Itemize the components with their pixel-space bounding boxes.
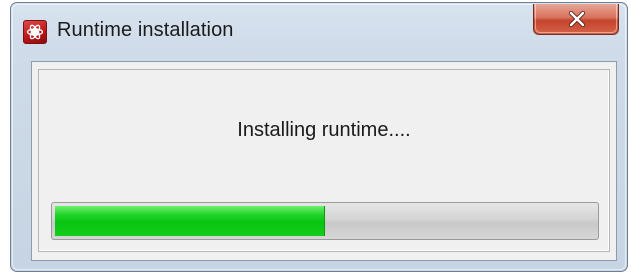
close-icon — [568, 10, 586, 28]
progress-bar — [51, 202, 599, 240]
dialog-client-area: Installing runtime.... — [31, 61, 617, 261]
window-title: Runtime installation — [57, 19, 234, 41]
progress-track — [55, 206, 595, 236]
status-text: Installing runtime.... — [237, 119, 411, 141]
title-bar[interactable]: Runtime installation — [11, 3, 627, 61]
progress-fill — [55, 206, 325, 236]
status-panel: Installing runtime.... — [38, 69, 610, 252]
close-button[interactable] — [533, 4, 619, 35]
app-logo-icon — [23, 20, 47, 44]
dialog-window: Runtime installation Installing runtime.… — [10, 2, 628, 272]
